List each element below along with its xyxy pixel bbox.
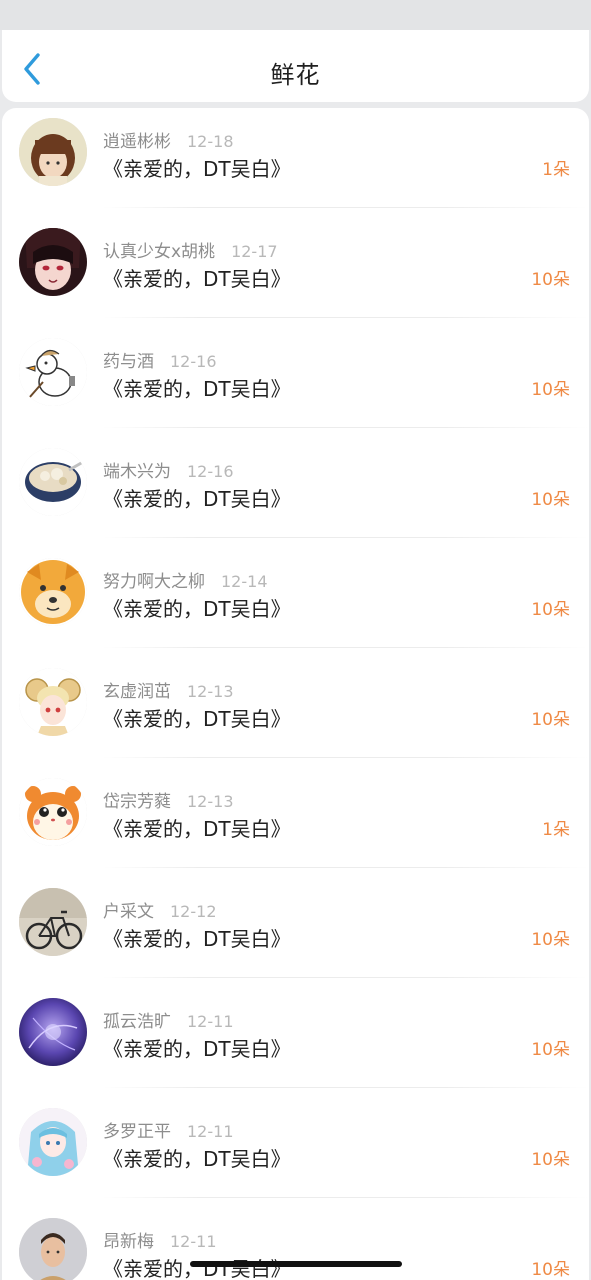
page-title: 鲜花 xyxy=(270,61,321,89)
gift-date: 12-12 xyxy=(170,902,217,921)
gift-title[interactable]: 《亲爱的，DT吴白》 xyxy=(103,813,291,842)
gift-date: 12-11 xyxy=(187,1122,234,1141)
list-item[interactable]: 昂新梅 12-11 《亲爱的，DT吴白》 10朵 xyxy=(2,1208,589,1280)
flower-count: 10朵 xyxy=(531,380,570,400)
gift-list: 逍遥彬彬 12-18 《亲爱的，DT吴白》 1朵 认真少女x胡桃 12-17 《… xyxy=(2,108,589,1280)
gift-title[interactable]: 《亲爱的，DT吴白》 xyxy=(103,1143,291,1172)
gift-date: 12-16 xyxy=(170,352,217,371)
flower-count: 10朵 xyxy=(531,930,570,950)
shiba-dog-avatar[interactable] xyxy=(19,558,87,626)
list-item[interactable]: 多罗正平 12-11 《亲爱的，DT吴白》 10朵 xyxy=(2,1098,589,1208)
flower-count: 1朵 xyxy=(542,820,570,840)
purple-abstract-avatar[interactable] xyxy=(19,998,87,1066)
row-divider xyxy=(103,427,589,428)
man-portrait-avatar[interactable] xyxy=(19,1218,87,1280)
bob-haircut-avatar[interactable] xyxy=(19,118,87,186)
row-divider xyxy=(103,757,589,758)
item-meta: 端木兴为 12-16 xyxy=(103,457,234,482)
item-meta: 认真少女x胡桃 12-17 xyxy=(103,237,278,262)
list-item[interactable]: 玄虚润茁 12-13 《亲爱的，DT吴白》 10朵 xyxy=(2,658,589,768)
gift-date: 12-13 xyxy=(187,682,234,701)
row-divider xyxy=(103,207,589,208)
user-name[interactable]: 昂新梅 xyxy=(103,1232,154,1252)
list-item[interactable]: 逍遥彬彬 12-18 《亲爱的，DT吴白》 1朵 xyxy=(2,108,589,218)
bicycle-avatar[interactable] xyxy=(19,888,87,956)
flower-count: 10朵 xyxy=(531,490,570,510)
user-name[interactable]: 认真少女x胡桃 xyxy=(103,242,215,262)
gift-title[interactable]: 《亲爱的，DT吴白》 xyxy=(103,373,291,402)
row-divider xyxy=(103,647,589,648)
gift-date: 12-11 xyxy=(187,1012,234,1031)
item-meta: 孤云浩旷 12-11 xyxy=(103,1007,234,1032)
gift-date: 12-18 xyxy=(187,132,234,151)
item-meta: 昂新梅 12-11 xyxy=(103,1227,217,1252)
list-item[interactable]: 孤云浩旷 12-11 《亲爱的，DT吴白》 10朵 xyxy=(2,988,589,1098)
hamster-avatar[interactable] xyxy=(19,778,87,846)
item-meta: 户采文 12-12 xyxy=(103,897,217,922)
flower-count: 10朵 xyxy=(531,1150,570,1170)
flower-count: 10朵 xyxy=(531,600,570,620)
row-divider xyxy=(103,317,589,318)
row-divider xyxy=(103,537,589,538)
status-bar xyxy=(0,0,591,30)
row-divider xyxy=(103,977,589,978)
item-meta: 努力啊大之柳 12-14 xyxy=(103,567,268,592)
gift-date: 12-17 xyxy=(231,242,278,261)
list-item[interactable]: 岱宗芳蕤 12-13 《亲爱的，DT吴白》 1朵 xyxy=(2,768,589,878)
flower-count: 10朵 xyxy=(531,270,570,290)
anime-ram-girl-avatar[interactable] xyxy=(19,668,87,736)
flower-count: 10朵 xyxy=(531,1040,570,1060)
user-name[interactable]: 努力啊大之柳 xyxy=(103,572,205,592)
row-divider xyxy=(103,1197,589,1198)
user-name[interactable]: 玄虚润茁 xyxy=(103,682,171,702)
user-name[interactable]: 端木兴为 xyxy=(103,462,171,482)
gift-date: 12-13 xyxy=(187,792,234,811)
list-item[interactable]: 认真少女x胡桃 12-17 《亲爱的，DT吴白》 10朵 xyxy=(2,218,589,328)
gift-date: 12-16 xyxy=(187,462,234,481)
gift-date: 12-14 xyxy=(221,572,268,591)
cartoon-duck-avatar[interactable] xyxy=(19,338,87,406)
screen: 鲜花 逍遥彬彬 12-18 《亲爱的，DT吴白》 1朵 认真少女x胡桃 12-1… xyxy=(0,0,591,1280)
anime-girl-avatar[interactable] xyxy=(19,228,87,296)
user-name[interactable]: 药与酒 xyxy=(103,352,154,372)
gift-date: 12-11 xyxy=(170,1232,217,1251)
row-divider xyxy=(103,867,589,868)
gift-title[interactable]: 《亲爱的，DT吴白》 xyxy=(103,153,291,182)
gift-title[interactable]: 《亲爱的，DT吴白》 xyxy=(103,923,291,952)
user-name[interactable]: 多罗正平 xyxy=(103,1122,171,1142)
item-meta: 岱宗芳蕤 12-13 xyxy=(103,787,234,812)
soup-bowl-avatar[interactable] xyxy=(19,448,87,516)
item-meta: 玄虚润茁 12-13 xyxy=(103,677,234,702)
list-item[interactable]: 努力啊大之柳 12-14 《亲爱的，DT吴白》 10朵 xyxy=(2,548,589,658)
row-divider xyxy=(103,1087,589,1088)
gift-title[interactable]: 《亲爱的，DT吴白》 xyxy=(103,1033,291,1062)
item-meta: 药与酒 12-16 xyxy=(103,347,217,372)
nav-bar: 鲜花 xyxy=(2,30,589,102)
gift-title[interactable]: 《亲爱的，DT吴白》 xyxy=(103,263,291,292)
anime-blue-hair-avatar[interactable] xyxy=(19,1108,87,1176)
list-item[interactable]: 端木兴为 12-16 《亲爱的，DT吴白》 10朵 xyxy=(2,438,589,548)
flower-count: 10朵 xyxy=(531,710,570,730)
item-meta: 逍遥彬彬 12-18 xyxy=(103,127,234,152)
gift-title[interactable]: 《亲爱的，DT吴白》 xyxy=(103,703,291,732)
item-meta: 多罗正平 12-11 xyxy=(103,1117,234,1142)
user-name[interactable]: 户采文 xyxy=(103,902,154,922)
home-indicator[interactable] xyxy=(190,1261,402,1267)
list-item[interactable]: 户采文 12-12 《亲爱的，DT吴白》 10朵 xyxy=(2,878,589,988)
user-name[interactable]: 孤云浩旷 xyxy=(103,1012,171,1032)
flower-count: 1朵 xyxy=(542,160,570,180)
gift-title[interactable]: 《亲爱的，DT吴白》 xyxy=(103,483,291,512)
gift-title[interactable]: 《亲爱的，DT吴白》 xyxy=(103,593,291,622)
list-item[interactable]: 药与酒 12-16 《亲爱的，DT吴白》 10朵 xyxy=(2,328,589,438)
flower-count: 10朵 xyxy=(531,1260,570,1280)
user-name[interactable]: 岱宗芳蕤 xyxy=(103,792,171,812)
user-name[interactable]: 逍遥彬彬 xyxy=(103,132,171,152)
